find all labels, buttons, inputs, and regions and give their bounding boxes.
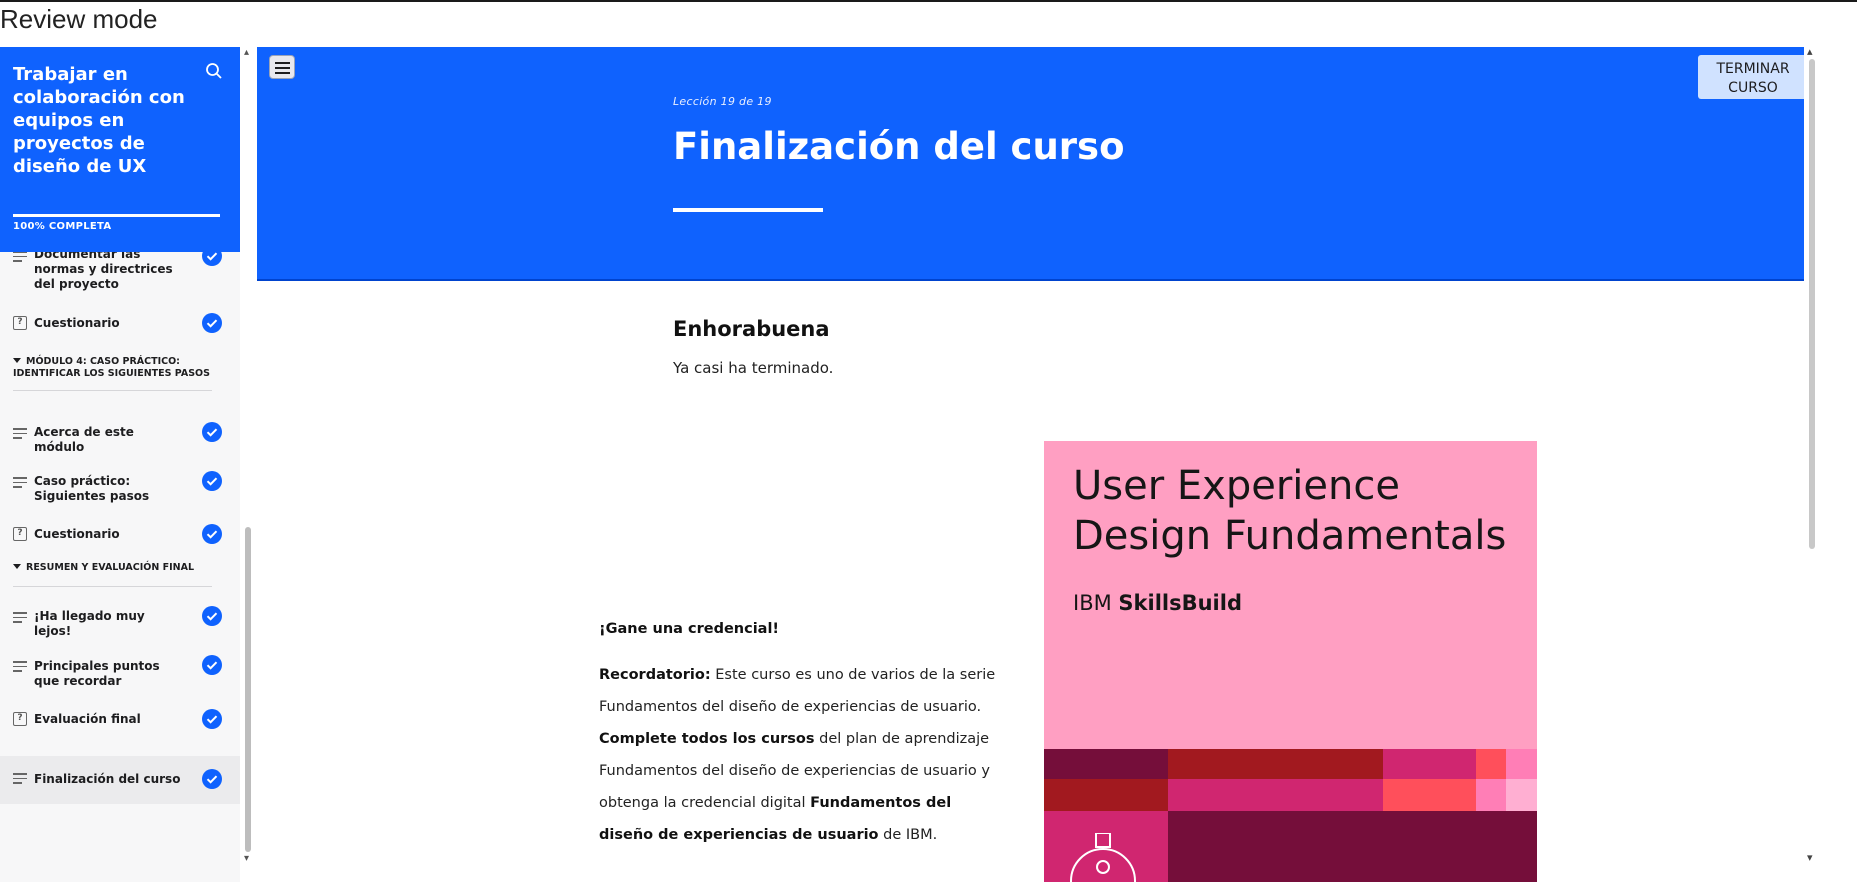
lesson-main: Lección 19 de 19 Finalización del curso …	[257, 47, 1804, 882]
congrats-subtext: Ya casi ha terminado.	[673, 359, 834, 377]
scroll-down-icon[interactable]: ▾	[244, 853, 249, 864]
quiz-icon: ?	[13, 316, 27, 330]
congrats-heading: Enhorabuena	[673, 317, 830, 341]
sidebar-item-label: Evaluación final	[34, 712, 141, 726]
course-sidebar: Documentar las normas y directrices del …	[0, 47, 240, 882]
menu-icon-bar	[275, 72, 290, 74]
lesson-hero: Lección 19 de 19 Finalización del curso …	[257, 47, 1804, 281]
caret-down-icon	[13, 358, 21, 363]
section-resumen[interactable]: RESUMEN Y EVALUACIÓN FINAL	[13, 562, 213, 574]
sidebar-scrollbar[interactable]: ▴ ▾	[243, 47, 253, 882]
completed-check-icon	[202, 313, 222, 333]
menu-icon-bar	[275, 62, 290, 64]
sidebar-item-label: Principales puntos que recordar	[34, 659, 160, 688]
page-title: Finalización del curso	[673, 125, 1125, 168]
progress-bar	[13, 214, 220, 217]
text-lesson-icon	[13, 251, 27, 265]
finish-course-button[interactable]: TERMINAR CURSO	[1698, 55, 1804, 99]
search-icon[interactable]	[204, 61, 224, 81]
scrollbar-thumb[interactable]	[245, 527, 251, 852]
finish-button-line1: TERMINAR	[1716, 60, 1790, 77]
scroll-up-icon[interactable]: ▴	[1807, 45, 1813, 58]
sidebar-item-label: Caso práctico: Siguientes pasos	[34, 474, 150, 503]
badge-brand: IBM SkillsBuild	[1073, 591, 1242, 615]
badge-title: User Experience Design Fundamentals	[1073, 463, 1507, 559]
reminder-label: Recordatorio:	[599, 667, 711, 683]
scroll-down-icon[interactable]: ▾	[1807, 851, 1813, 864]
sidebar-item-ha-llegado[interactable]: ¡Ha llegado muy lejos!	[0, 603, 240, 651]
lesson-counter: Lección 19 de 19	[673, 95, 772, 108]
completed-check-icon	[202, 471, 222, 491]
earn-credential-heading: ¡Gane una credencial!	[599, 621, 780, 637]
sidebar-item-caso-practico[interactable]: Caso práctico: Siguientes pasos	[0, 462, 240, 510]
section-divider	[13, 390, 212, 391]
text-lesson-icon	[13, 773, 27, 787]
section-modulo-4[interactable]: MÓDULO 4: CASO PRÁCTICO: IDENTIFICAR LOS…	[13, 356, 213, 380]
credential-paragraph: Recordatorio: Este curso es uno de vario…	[599, 659, 1009, 851]
scrollbar-thumb[interactable]	[1809, 59, 1815, 549]
badge-person-icon	[1067, 832, 1147, 882]
text-lesson-icon	[13, 612, 27, 626]
quiz-icon: ?	[13, 527, 27, 541]
section-divider	[13, 586, 212, 587]
sidebar-header: Trabajar en colaboración con equipos en …	[0, 47, 240, 252]
sidebar-item-label: Cuestionario	[34, 527, 120, 541]
text-lesson-icon	[13, 661, 27, 675]
completed-check-icon	[202, 422, 222, 442]
window-top-border	[0, 0, 1857, 2]
completed-check-icon	[202, 709, 222, 729]
credential-badge-image: User Experience Design Fundamentals IBM …	[1044, 441, 1537, 882]
completed-check-icon	[202, 524, 222, 544]
completed-check-icon	[202, 769, 222, 789]
sidebar-item-evaluacion-final[interactable]: ? Evaluación final	[0, 709, 240, 759]
sidebar-item-label: Acerca de este módulo	[34, 425, 134, 454]
end-text: de IBM.	[878, 827, 938, 843]
sidebar-item-label: Cuestionario	[34, 316, 120, 330]
completed-check-icon	[202, 606, 222, 626]
completed-check-icon	[202, 655, 222, 675]
complete-all-bold: Complete todos los cursos	[599, 731, 815, 747]
quiz-icon: ?	[13, 712, 27, 726]
course-title: Trabajar en colaboración con equipos en …	[13, 64, 185, 177]
title-underline	[673, 208, 823, 212]
text-lesson-icon	[13, 428, 27, 442]
finish-button-line2: CURSO	[1728, 79, 1778, 96]
sidebar-item-label: ¡Ha llegado muy lejos!	[34, 609, 145, 638]
sidebar-item-cuestionario-1[interactable]: ? Cuestionario	[0, 313, 240, 361]
main-scrollbar[interactable]: ▴ ▾	[1805, 45, 1819, 882]
text-lesson-icon	[13, 477, 27, 491]
sidebar-item-label: Finalización del curso	[34, 772, 181, 786]
caret-down-icon	[13, 564, 21, 569]
sidebar-item-principales[interactable]: Principales puntos que recordar	[0, 651, 240, 699]
scroll-up-icon[interactable]: ▴	[244, 47, 249, 58]
progress-label: 100% COMPLETA	[13, 221, 112, 232]
menu-toggle-button[interactable]	[269, 55, 295, 79]
sidebar-item-finalizacion[interactable]: Finalización del curso	[0, 756, 240, 804]
menu-icon-bar	[275, 67, 290, 69]
review-mode-label: Review mode	[0, 4, 158, 34]
sidebar-item-label: Documentar las normas y directrices del …	[34, 247, 173, 291]
